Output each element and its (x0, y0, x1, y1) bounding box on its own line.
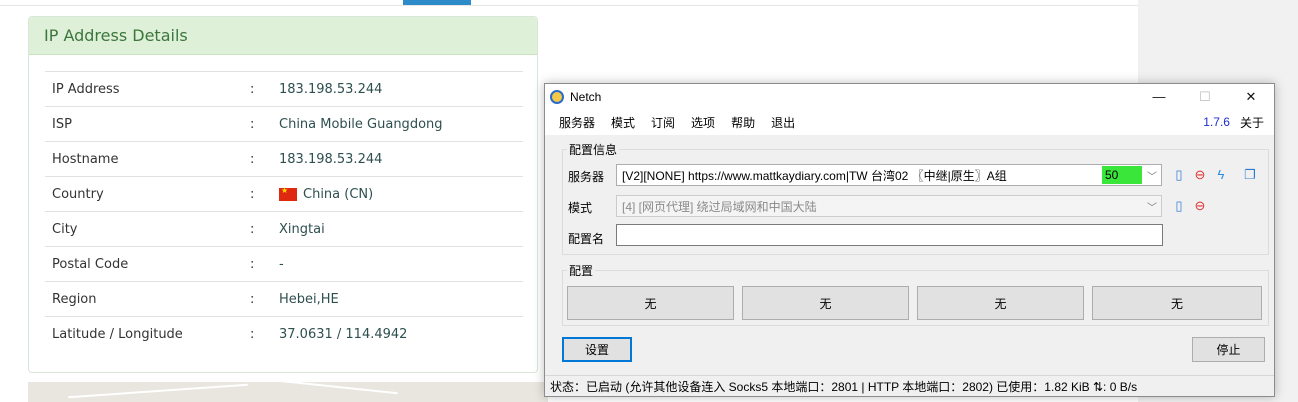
speedtest-icon[interactable]: ϟ (1213, 166, 1229, 182)
profile-name-label: 配置名 (568, 232, 605, 246)
delete-server-icon[interactable]: ⊖ (1192, 167, 1208, 183)
menu-subscription[interactable]: 订阅 (643, 114, 683, 131)
table-row: ISP : China Mobile Guangdong (45, 106, 523, 141)
row-value-country: China (CN) (279, 186, 374, 202)
menu-bar: 服务器 模式 订阅 选项 帮助 退出 1.7.6 关于 (545, 109, 1274, 135)
row-separator: : (250, 81, 255, 97)
row-label: City (52, 221, 78, 237)
mode-selected-value: [4] [网页代理] 绕过局域网和中国大陆 (622, 199, 817, 214)
maximize-button[interactable]: ☐ (1182, 84, 1228, 109)
chevron-down-icon[interactable]: ﹀ (1143, 196, 1161, 216)
row-value: China Mobile Guangdong (279, 116, 443, 132)
row-value: 183.198.53.244 (279, 81, 383, 97)
table-row: Hostname : 183.198.53.244 (45, 141, 523, 176)
menu-options[interactable]: 选项 (683, 114, 723, 131)
status-bar: 状态：已启动 (允许其他设备连入 Socks5 本地端口：2801 | HTTP… (545, 375, 1274, 396)
profile-button-2[interactable]: 无 (742, 286, 909, 320)
table-row: City : Xingtai (45, 211, 523, 246)
table-row: Latitude / Longitude : 37.0631 / 114.494… (45, 316, 523, 351)
settings-button[interactable]: 设置 (562, 337, 632, 362)
ip-details-table: IP Address : 183.198.53.244 ISP : China … (45, 71, 523, 351)
country-text: China (CN) (303, 186, 374, 202)
edit-mode-icon[interactable]: ▯ (1171, 198, 1187, 214)
map-preview[interactable] (28, 379, 548, 402)
table-row: Postal Code : - (45, 246, 523, 281)
row-separator: : (250, 151, 255, 167)
menu-right: 1.7.6 关于 (1203, 114, 1274, 131)
row-separator: : (250, 186, 255, 202)
profile-button-1[interactable]: 无 (567, 286, 734, 320)
row-label: IP Address (52, 81, 120, 97)
row-label: Country (52, 186, 104, 202)
active-nav-indicator (403, 0, 471, 5)
mode-label: 模式 (568, 201, 593, 215)
row-label: Postal Code (52, 256, 129, 272)
netch-app-icon (550, 89, 564, 104)
menu-mode[interactable]: 模式 (603, 114, 643, 131)
row-value: 183.198.53.244 (279, 151, 383, 167)
row-label: Region (52, 291, 97, 307)
config-info-label: 配置信息 (567, 141, 620, 158)
server-latency-badge: 50 (1102, 166, 1142, 184)
menu-servers[interactable]: 服务器 (551, 114, 603, 131)
window-title: Netch (570, 89, 602, 104)
page-top-border (0, 0, 1138, 6)
status-text: 状态：已启动 (允许其他设备连入 Socks5 本地端口：2801 | HTTP… (550, 379, 1138, 394)
copy-icon[interactable]: ❐ (1242, 167, 1258, 183)
row-separator: : (250, 326, 255, 342)
profiles-label: 配置 (567, 262, 596, 279)
chevron-down-icon[interactable]: ﹀ (1143, 165, 1161, 185)
row-value: Xingtai (279, 221, 325, 237)
server-selected-value: [V2][NONE] https://www.mattkaydiary.com|… (622, 168, 1007, 183)
stop-button[interactable]: 停止 (1192, 337, 1265, 362)
minimize-button[interactable]: — (1136, 84, 1182, 109)
row-separator: : (250, 221, 255, 237)
row-label: Latitude / Longitude (52, 326, 183, 342)
row-separator: : (250, 256, 255, 272)
about-link[interactable]: 关于 (1240, 114, 1264, 131)
row-value: - (279, 256, 284, 272)
table-row: IP Address : 183.198.53.244 (45, 71, 523, 106)
edit-server-icon[interactable]: ▯ (1171, 167, 1187, 183)
profile-button-4[interactable]: 无 (1092, 286, 1262, 320)
table-row: Country : China (CN) (45, 176, 523, 211)
server-select[interactable]: [V2][NONE] https://www.mattkaydiary.com|… (616, 164, 1162, 186)
server-label: 服务器 (568, 170, 605, 184)
table-row: Region : Hebei,HE (45, 281, 523, 316)
row-value: 37.0631 / 114.4942 (279, 326, 408, 342)
version-link[interactable]: 1.7.6 (1203, 115, 1230, 129)
close-button[interactable]: ✕ (1228, 84, 1274, 109)
row-label: ISP (52, 116, 72, 132)
row-separator: : (250, 116, 255, 132)
profile-name-input[interactable] (616, 224, 1163, 246)
row-separator: : (250, 291, 255, 307)
row-label: Hostname (52, 151, 119, 167)
china-flag-icon (279, 186, 297, 201)
ip-details-card: IP Address Details IP Address : 183.198.… (28, 16, 538, 373)
profile-button-3[interactable]: 无 (917, 286, 1084, 320)
title-bar[interactable]: Netch — ☐ ✕ (545, 84, 1274, 109)
ip-details-title: IP Address Details (44, 26, 188, 45)
netch-window: Netch — ☐ ✕ 服务器 模式 订阅 选项 帮助 退出 1.7.6 关于 … (544, 83, 1275, 397)
ip-details-header: IP Address Details (29, 17, 537, 55)
window-controls: — ☐ ✕ (1136, 84, 1274, 109)
menu-exit[interactable]: 退出 (763, 114, 803, 131)
menu-help[interactable]: 帮助 (723, 114, 763, 131)
mode-select[interactable]: [4] [网页代理] 绕过局域网和中国大陆 ﹀ (616, 195, 1162, 217)
delete-mode-icon[interactable]: ⊖ (1192, 198, 1208, 214)
row-value: Hebei,HE (279, 291, 339, 307)
